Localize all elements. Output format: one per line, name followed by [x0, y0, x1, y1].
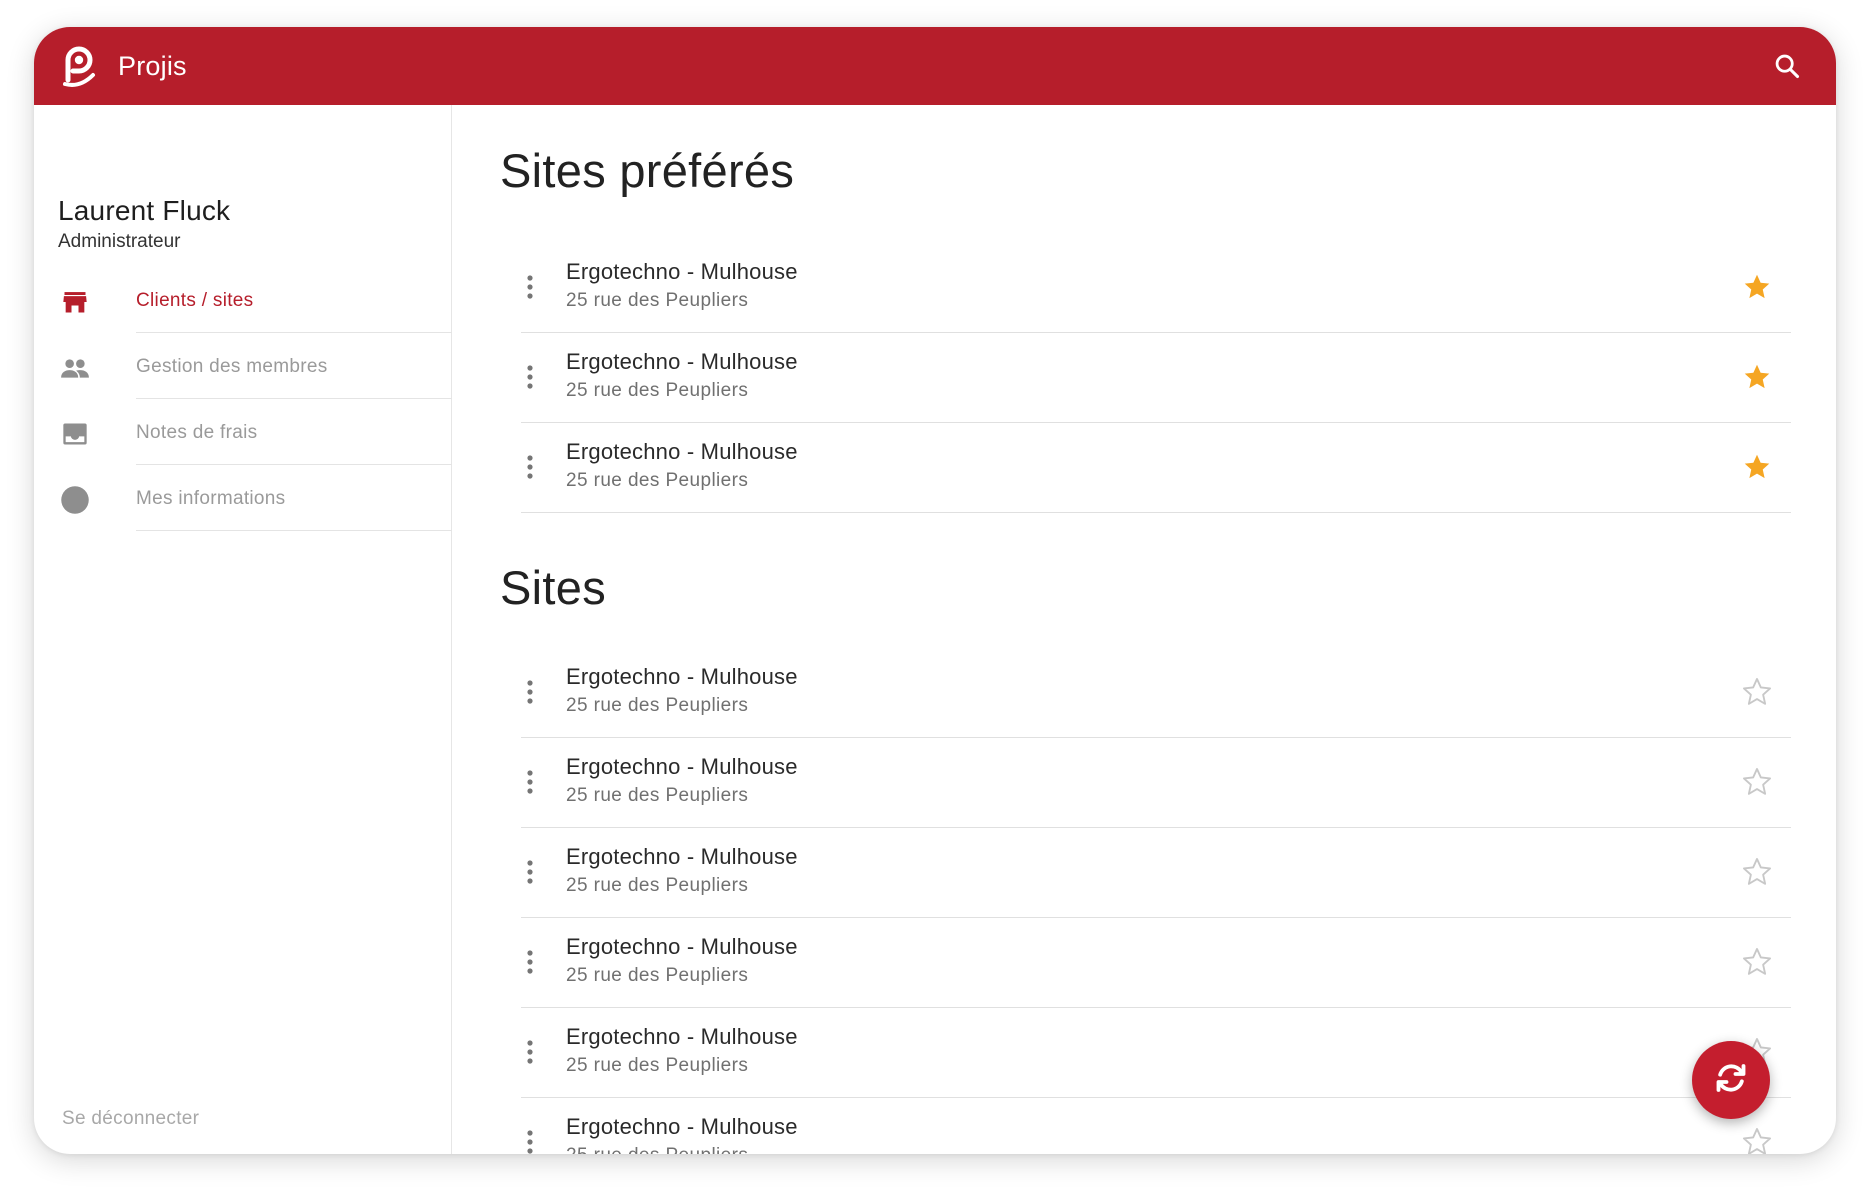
star-filled-icon[interactable]	[1739, 450, 1775, 484]
site-address: 25 rue des Peupliers	[566, 290, 749, 311]
search-icon[interactable]	[1768, 47, 1806, 85]
list-item[interactable]: Ergotechno - Mulhouse 25 rue des Peuplier…	[521, 333, 1791, 423]
sidebar-item-mes-informations[interactable]: Mes informations	[34, 465, 452, 531]
favorites-title: Sites préférés	[500, 144, 795, 197]
star-filled-icon[interactable]	[1739, 270, 1775, 304]
list-item[interactable]: Ergotechno - Mulhouse 25 rue des Peuplier…	[521, 423, 1791, 513]
inbox-icon	[60, 419, 90, 449]
site-address: 25 rue des Peupliers	[566, 695, 749, 716]
sidebar-item-clients-sites[interactable]: Clients / sites	[34, 267, 452, 333]
sites-list: Ergotechno - Mulhouse 25 rue des Peuplier…	[521, 648, 1791, 1154]
site-address: 25 rue des Peupliers	[566, 785, 749, 806]
star-outline-icon[interactable]	[1739, 765, 1775, 799]
star-outline-icon[interactable]	[1739, 855, 1775, 889]
more-vert-icon[interactable]	[521, 944, 539, 980]
site-name: Ergotechno - Mulhouse	[566, 754, 798, 779]
logout-link[interactable]: Se déconnecter	[62, 1108, 199, 1130]
list-item[interactable]: Ergotechno - Mulhouse 25 rue des Peuplier…	[521, 918, 1791, 1008]
site-name: Ergotechno - Mulhouse	[566, 934, 798, 959]
projis-logo	[58, 44, 98, 88]
site-name: Ergotechno - Mulhouse	[566, 259, 798, 284]
sync-icon	[1711, 1058, 1751, 1103]
site-address: 25 rue des Peupliers	[566, 875, 749, 896]
sidebar-item-label: Notes de frais	[136, 422, 258, 443]
more-vert-icon[interactable]	[521, 854, 539, 890]
site-address: 25 rue des Peupliers	[566, 1145, 748, 1154]
site-name: Ergotechno - Mulhouse	[566, 664, 798, 689]
user-name: Laurent Fluck	[58, 195, 231, 226]
sites-title: Sites	[500, 561, 606, 614]
divider	[136, 530, 452, 531]
app-title: Projis	[118, 50, 187, 81]
sidebar-item-label: Mes informations	[136, 488, 286, 509]
more-vert-icon[interactable]	[521, 269, 539, 305]
list-item[interactable]: Ergotechno - Mulhouse 25 rue des Peuplier…	[521, 1008, 1791, 1098]
sidebar: Laurent Fluck Administrateur Clients / s…	[34, 105, 452, 1154]
list-item[interactable]: Ergotechno - Mulhouse 25 rue des Peuplier…	[521, 828, 1791, 918]
more-vert-icon[interactable]	[521, 1034, 539, 1070]
list-item[interactable]: Ergotechno - Mulhouse 25 rue des Peuplier…	[521, 1098, 1791, 1154]
list-item[interactable]: Ergotechno - Mulhouse 25 rue des Peuplier…	[521, 738, 1791, 828]
sync-button[interactable]	[1692, 1041, 1770, 1119]
account-circle-icon	[60, 485, 90, 515]
site-address: 25 rue des Peupliers	[566, 380, 749, 401]
sidebar-item-notes-frais[interactable]: Notes de frais	[34, 399, 452, 465]
more-vert-icon[interactable]	[521, 449, 539, 485]
store-icon	[60, 287, 90, 317]
favorites-list: Ergotechno - Mulhouse 25 rue des Peuplier…	[521, 243, 1791, 513]
more-vert-icon[interactable]	[521, 674, 539, 710]
site-address: 25 rue des Peupliers	[566, 1055, 749, 1076]
more-vert-icon[interactable]	[521, 1124, 539, 1154]
people-icon	[60, 353, 90, 383]
sidebar-item-label: Gestion des membres	[136, 356, 328, 377]
sidebar-nav: Clients / sites Gestion des membres Note…	[34, 267, 452, 531]
sidebar-item-gestion-membres[interactable]: Gestion des membres	[34, 333, 452, 399]
list-item[interactable]: Ergotechno - Mulhouse 25 rue des Peuplier…	[521, 648, 1791, 738]
more-vert-icon[interactable]	[521, 359, 539, 395]
star-filled-icon[interactable]	[1739, 360, 1775, 394]
site-name: Ergotechno - Mulhouse	[566, 349, 798, 374]
user-role: Administrateur	[58, 231, 181, 252]
star-outline-icon[interactable]	[1739, 675, 1775, 709]
site-name: Ergotechno - Mulhouse	[566, 439, 798, 464]
sidebar-item-label: Clients / sites	[136, 290, 254, 311]
app-window: Projis Laurent Fluck Administrateur Clie…	[34, 27, 1836, 1154]
site-address: 25 rue des Peupliers	[566, 965, 749, 986]
star-outline-icon[interactable]	[1739, 945, 1775, 979]
star-outline-icon[interactable]	[1739, 1125, 1775, 1154]
main-content: Sites préférés Ergotechno - Mulhouse 25 r…	[453, 105, 1836, 1154]
site-address: 25 rue des Peupliers	[566, 470, 749, 491]
app-bar: Projis	[34, 27, 1836, 105]
site-name: Ergotechno - Mulhouse	[566, 1024, 798, 1049]
list-item[interactable]: Ergotechno - Mulhouse 25 rue des Peuplier…	[521, 243, 1791, 333]
more-vert-icon[interactable]	[521, 764, 539, 800]
site-name: Ergotechno - Mulhouse	[566, 844, 798, 869]
site-name: Ergotechno - Mulhouse	[566, 1114, 798, 1139]
